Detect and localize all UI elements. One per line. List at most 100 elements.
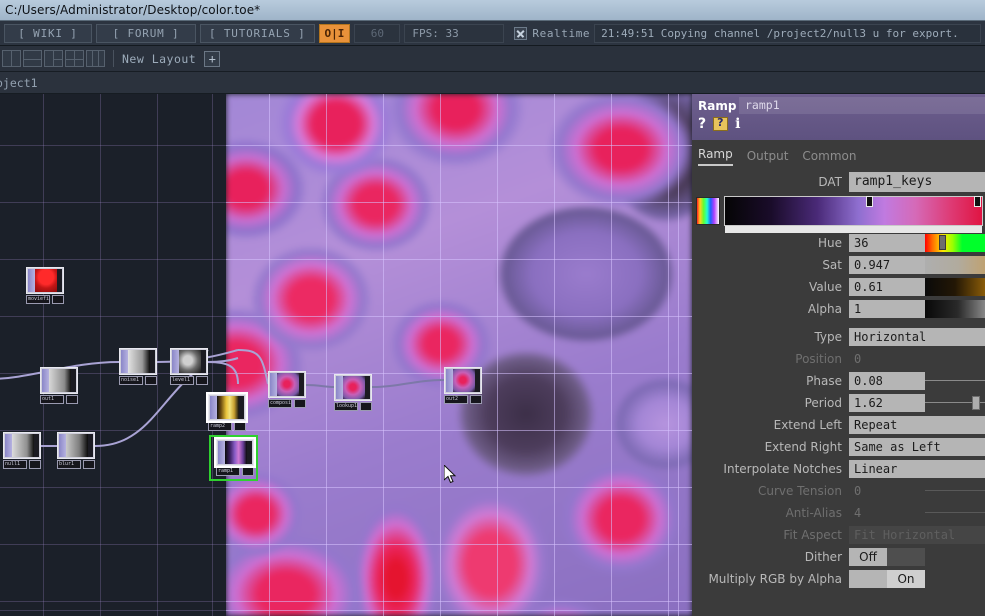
add-layout-button[interactable]: + [204,50,221,67]
sat-slider[interactable] [925,256,985,274]
ramp-alpha-bar[interactable] [725,226,982,233]
node-flag-box[interactable] [294,399,306,408]
node-flag-box[interactable] [52,295,64,304]
value-field[interactable]: 0.61 [849,278,925,296]
phase-slider[interactable] [925,372,985,390]
viewer-grid-overlay [226,94,692,616]
window-title: C:/Users/Administrator/Desktop/color.toe… [5,3,261,17]
wiki-button[interactable]: [ WIKI ] [4,23,92,43]
node-blur1[interactable]: blur1 [57,432,95,469]
node-body[interactable] [3,432,41,459]
node-flag-box[interactable] [470,395,482,404]
layout-preset-4-icon[interactable] [65,50,84,67]
position-slider[interactable] [925,350,985,368]
node-ramp2[interactable]: ramp2 [206,392,248,431]
node-body[interactable] [170,348,208,375]
operator-name-field[interactable]: ramp1 [739,97,985,114]
position-field[interactable]: 0 [849,350,925,368]
anti-alias-slider[interactable] [925,504,985,522]
phase-field[interactable]: 0.08 [849,372,925,390]
info-icon[interactable]: i [735,116,740,132]
node-out2[interactable]: out2 [444,367,482,404]
interpolate-notches-menu[interactable]: Linear [849,460,985,478]
play-pause-toggle[interactable]: O|I [318,23,351,43]
color-picker-swatch-icon[interactable] [696,197,720,225]
node-noise1[interactable]: out1 [40,367,78,404]
node-body[interactable] [334,374,372,401]
dither-value[interactable]: Off [849,548,887,566]
dither-toggle[interactable]: Off [849,548,925,566]
node-lookup1[interactable]: lookup1 [334,374,372,411]
layout-preset-3-icon[interactable] [44,50,63,67]
alpha-field[interactable]: 1 [849,300,925,318]
network-path-bar[interactable]: oject1 [0,72,985,94]
tutorials-button[interactable]: [ TUTORIALS ] [200,23,315,43]
node-body[interactable] [214,437,256,468]
hue-slider[interactable] [925,234,985,252]
node-flag-box[interactable] [66,395,78,404]
node-flag-box[interactable] [360,402,372,411]
node-flag-box[interactable] [242,467,254,476]
node-body[interactable] [57,432,95,459]
extend-left-menu[interactable]: Repeat [849,416,985,434]
node-output-flange [88,434,93,457]
curve-tension-slider[interactable] [925,482,985,500]
node-level1[interactable]: noise1 [119,348,157,385]
tab-output[interactable]: Output [747,149,789,166]
anti-alias-field[interactable]: 4 [849,504,925,522]
frame-rate-field[interactable]: 60 [354,23,401,43]
node-flag-box[interactable] [83,460,95,469]
op-help-icon[interactable] [713,116,729,131]
node-transform1[interactable]: level1 [170,348,208,385]
node-body[interactable] [40,367,78,394]
hue-label: Hue [817,236,842,250]
dat-field[interactable]: ramp1_keys [849,172,985,192]
type-menu[interactable]: Horizontal [849,328,985,346]
node-body[interactable] [206,392,248,423]
ramp-key-marker[interactable] [974,196,982,207]
layout-preset-1-icon[interactable] [2,50,21,67]
multiply-rgb-value[interactable]: On [887,570,925,588]
node-body[interactable] [26,267,64,294]
new-layout-label[interactable]: New Layout [122,52,196,66]
node-body[interactable] [268,371,306,398]
node-null1[interactable]: null1 [3,432,41,469]
period-slider[interactable] [925,394,985,412]
multiply-rgb-toggle-box[interactable] [849,570,887,588]
parameter-row-value: Value 0.61 [692,276,985,298]
layout-preset-2-icon[interactable] [23,50,42,67]
node-flag-box[interactable] [196,376,208,385]
node-composite1[interactable]: composite1 [268,371,306,408]
tab-common[interactable]: Common [802,149,856,166]
tab-ramp[interactable]: Ramp [698,147,733,166]
dither-toggle-box[interactable] [887,548,925,566]
curve-tension-field[interactable]: 0 [849,482,925,500]
alpha-slider[interactable] [925,300,985,318]
node-ramp1[interactable]: ramp1 [214,437,256,476]
sat-field[interactable]: 0.947 [849,256,925,274]
node-flag-box[interactable] [234,422,246,431]
question-mark-icon[interactable]: ? [698,116,706,132]
value-slider[interactable] [925,278,985,296]
node-moviefilein1[interactable]: moviefilein1 [26,267,64,304]
node-body[interactable] [444,367,482,394]
checkbox-icon[interactable] [514,26,528,40]
period-field[interactable]: 1.62 [849,394,925,412]
forum-button[interactable]: [ FORUM ] [96,23,196,43]
node-flag-box[interactable] [29,460,41,469]
node-body[interactable] [119,348,157,375]
parameter-panel: Ramp ramp1 ? i Ramp Output Common DAT ra… [692,94,985,616]
hue-field[interactable]: 36 [849,234,925,252]
fit-aspect-menu[interactable]: Fit Horizontal [849,526,985,544]
layout-preset-5-icon[interactable] [86,50,105,67]
node-flag-box[interactable] [145,376,157,385]
realtime-toggle[interactable]: Realtime [514,26,590,40]
ramp-key-marker[interactable] [866,196,874,207]
viewer-background[interactable] [226,94,692,616]
ramp-editor[interactable] [692,196,985,233]
ramp-gradient-bar[interactable] [724,196,983,233]
multiply-rgb-toggle[interactable]: On [849,570,925,588]
extend-right-menu[interactable]: Same as Left [849,438,985,456]
period-slider-handle[interactable] [972,396,981,410]
hue-slider-handle[interactable] [939,235,947,250]
